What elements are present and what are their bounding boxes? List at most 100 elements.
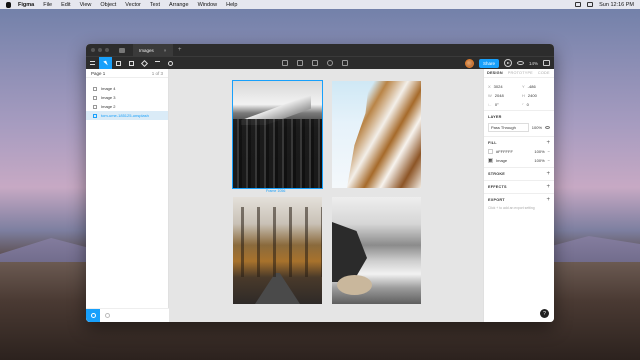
crop-icon[interactable] bbox=[282, 60, 288, 66]
view-eye-icon[interactable] bbox=[516, 61, 524, 65]
menu-arrange[interactable]: Arrange bbox=[169, 2, 189, 8]
fill-opacity[interactable]: 100% bbox=[534, 158, 544, 163]
comment-icon bbox=[168, 60, 173, 66]
layer-blend-row: Pass Through 100% bbox=[488, 123, 550, 132]
effects-section: EFFECTS + bbox=[484, 180, 554, 193]
layer-item[interactable]: Image 4 bbox=[86, 84, 168, 93]
image-snowy-pine[interactable] bbox=[332, 81, 421, 188]
add-export-button[interactable]: + bbox=[546, 197, 550, 203]
tab-code[interactable]: CODE bbox=[538, 71, 550, 75]
menu-text[interactable]: Text bbox=[150, 2, 160, 8]
height-field[interactable]: H 2400 bbox=[522, 93, 550, 98]
menu-edit[interactable]: Edit bbox=[61, 2, 70, 8]
layer-item[interactable]: Image 3 bbox=[86, 93, 168, 102]
close-window-icon[interactable] bbox=[91, 48, 95, 52]
boolean-tools bbox=[282, 60, 348, 66]
hamburger-icon bbox=[90, 61, 95, 65]
text-icon bbox=[155, 60, 160, 66]
layer-visibility-icon[interactable] bbox=[545, 126, 550, 129]
layer-item[interactable]: Image 2 bbox=[86, 102, 168, 111]
menu-file[interactable]: File bbox=[43, 2, 52, 8]
selection-caption: Frame 1056 bbox=[266, 189, 286, 193]
remove-fill-icon[interactable]: − bbox=[548, 158, 550, 163]
maximize-window-icon[interactable] bbox=[105, 48, 109, 52]
image-mountain-forest-selected[interactable] bbox=[232, 80, 323, 189]
remove-fill-icon[interactable]: − bbox=[548, 149, 550, 154]
fill-row: Image 100% − bbox=[488, 158, 550, 163]
left-panel-footer bbox=[86, 308, 169, 322]
menu-app-figma[interactable]: Figma bbox=[18, 2, 34, 8]
pen-tool[interactable] bbox=[138, 57, 151, 70]
menu-tool[interactable] bbox=[86, 57, 99, 70]
fill-swatch-image[interactable] bbox=[488, 158, 493, 163]
layer-section-title: LAYER bbox=[488, 115, 502, 119]
layers-tab-button[interactable] bbox=[86, 308, 100, 322]
page-count: 1 of 3 bbox=[151, 70, 163, 76]
toggle-panel-icon[interactable] bbox=[543, 60, 550, 66]
menu-help[interactable]: Help bbox=[226, 2, 237, 8]
window-controls bbox=[91, 48, 109, 52]
tab-prototype[interactable]: PROTOTYPE bbox=[508, 71, 533, 75]
layers-icon bbox=[90, 313, 96, 318]
properties-tabs: DESIGN PROTOTYPE CODE bbox=[484, 69, 554, 78]
stroke-section: STROKE + bbox=[484, 167, 554, 180]
add-fill-button[interactable]: + bbox=[546, 140, 550, 146]
fill-value[interactable]: #FFFFFF bbox=[496, 149, 531, 154]
contrast-icon[interactable] bbox=[327, 60, 333, 66]
menu-vector[interactable]: Vector bbox=[125, 2, 141, 8]
present-play-icon[interactable] bbox=[503, 59, 512, 67]
toolbar-right: Share 14% bbox=[464, 58, 554, 68]
minimize-window-icon[interactable] bbox=[98, 48, 102, 52]
transform-properties: X 3024 Y -486 W 2048 H 2400 ∟ 0° ◜ 0 bbox=[484, 78, 554, 110]
close-tab-icon[interactable]: × bbox=[164, 48, 167, 53]
link-icon[interactable] bbox=[342, 60, 348, 66]
export-section: EXPORT + Click + to add an export settin… bbox=[484, 193, 554, 214]
width-field[interactable]: W 2048 bbox=[488, 93, 516, 98]
fill-swatch-white[interactable] bbox=[488, 149, 493, 154]
battery-icon[interactable] bbox=[575, 2, 582, 7]
layer-opacity[interactable]: 100% bbox=[532, 125, 542, 130]
menu-window[interactable]: Window bbox=[198, 2, 218, 8]
page-selector[interactable]: Page 1 1 of 3 bbox=[86, 69, 168, 78]
share-button[interactable]: Share bbox=[478, 58, 499, 68]
y-field[interactable]: Y -486 bbox=[522, 84, 550, 89]
home-icon[interactable] bbox=[119, 47, 125, 53]
export-hint: Click + to add an export setting bbox=[488, 206, 535, 210]
workspace: Page 1 1 of 3 Image 4 Image 3 Image 2 to… bbox=[86, 69, 554, 322]
wifi-icon[interactable] bbox=[587, 2, 594, 7]
blend-mode-select[interactable]: Pass Through bbox=[488, 123, 529, 132]
tab-design[interactable]: DESIGN bbox=[487, 71, 503, 75]
help-button[interactable]: ? bbox=[540, 309, 549, 318]
layer-item-selected[interactable]: tom-ume-185125-unsplash bbox=[86, 111, 168, 120]
pen-icon bbox=[140, 59, 149, 67]
move-tool[interactable] bbox=[99, 56, 112, 70]
text-tool[interactable] bbox=[151, 57, 164, 70]
shape-tool[interactable] bbox=[125, 57, 138, 70]
frame-tool[interactable] bbox=[112, 57, 125, 70]
apple-icon[interactable] bbox=[6, 1, 11, 8]
image-coastal-cove[interactable] bbox=[332, 197, 421, 304]
clock[interactable]: Sun 12:16 PM bbox=[599, 2, 634, 8]
component-icon[interactable] bbox=[297, 60, 303, 66]
layers-panel: Page 1 1 of 3 Image 4 Image 3 Image 2 to… bbox=[86, 69, 169, 322]
fill-value[interactable]: Image bbox=[496, 158, 531, 163]
union-icon[interactable] bbox=[312, 60, 318, 66]
document-tab[interactable]: Images × bbox=[133, 44, 173, 56]
components-tab-button[interactable] bbox=[100, 309, 114, 323]
menu-object[interactable]: Object bbox=[100, 2, 116, 8]
add-effect-button[interactable]: + bbox=[546, 184, 550, 190]
comment-tool[interactable] bbox=[164, 57, 177, 70]
image-autumn-road[interactable] bbox=[233, 197, 322, 304]
fill-opacity[interactable]: 100% bbox=[534, 149, 544, 154]
user-avatar[interactable] bbox=[464, 58, 474, 68]
new-tab-button[interactable]: + bbox=[178, 47, 182, 53]
rectangle-icon bbox=[129, 60, 134, 66]
add-stroke-button[interactable]: + bbox=[546, 171, 550, 177]
menu-view[interactable]: View bbox=[80, 2, 92, 8]
corner-radius-field[interactable]: ◜ 0 bbox=[522, 102, 550, 107]
design-canvas[interactable]: Frame 1056 bbox=[169, 69, 483, 322]
zoom-level[interactable]: 14% bbox=[529, 61, 538, 66]
rotation-field[interactable]: ∟ 0° bbox=[488, 102, 516, 107]
effects-section-title: EFFECTS bbox=[488, 185, 507, 189]
x-field[interactable]: X 3024 bbox=[488, 84, 516, 89]
